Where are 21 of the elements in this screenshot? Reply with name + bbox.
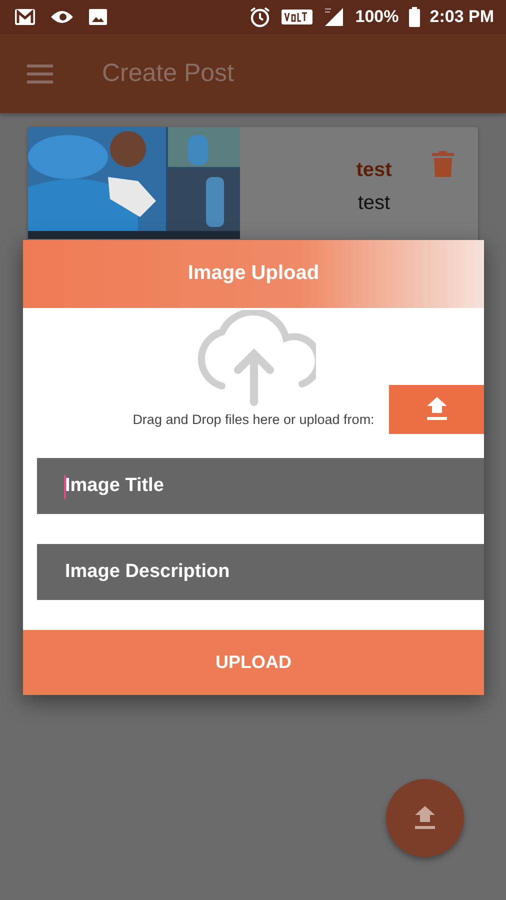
volte-icon [281, 9, 314, 25]
upload-button[interactable]: UPLOAD [23, 630, 484, 695]
eye-icon [50, 9, 74, 25]
signal-icon [323, 7, 346, 27]
mail-icon [14, 8, 36, 26]
upload-icon [426, 397, 448, 422]
alarm-icon [249, 6, 272, 28]
clock-time: 2:03 PM [430, 7, 494, 27]
menu-icon[interactable] [26, 64, 54, 84]
toolbar-title: Create Post [102, 59, 234, 88]
upload-file-button[interactable] [389, 384, 484, 434]
battery-icon [408, 7, 420, 27]
trash-icon[interactable] [432, 151, 454, 177]
battery-percent: 100% [355, 7, 399, 27]
drop-hint: Drag and Drop files here or upload from: [132, 412, 374, 427]
input-field[interactable]: Image Description [37, 544, 484, 600]
post-title: test [356, 159, 392, 182]
input-field[interactable]: Image Title [37, 458, 484, 514]
image-icon [88, 8, 108, 26]
upload-icon [414, 806, 436, 830]
post-description: test [358, 192, 390, 215]
